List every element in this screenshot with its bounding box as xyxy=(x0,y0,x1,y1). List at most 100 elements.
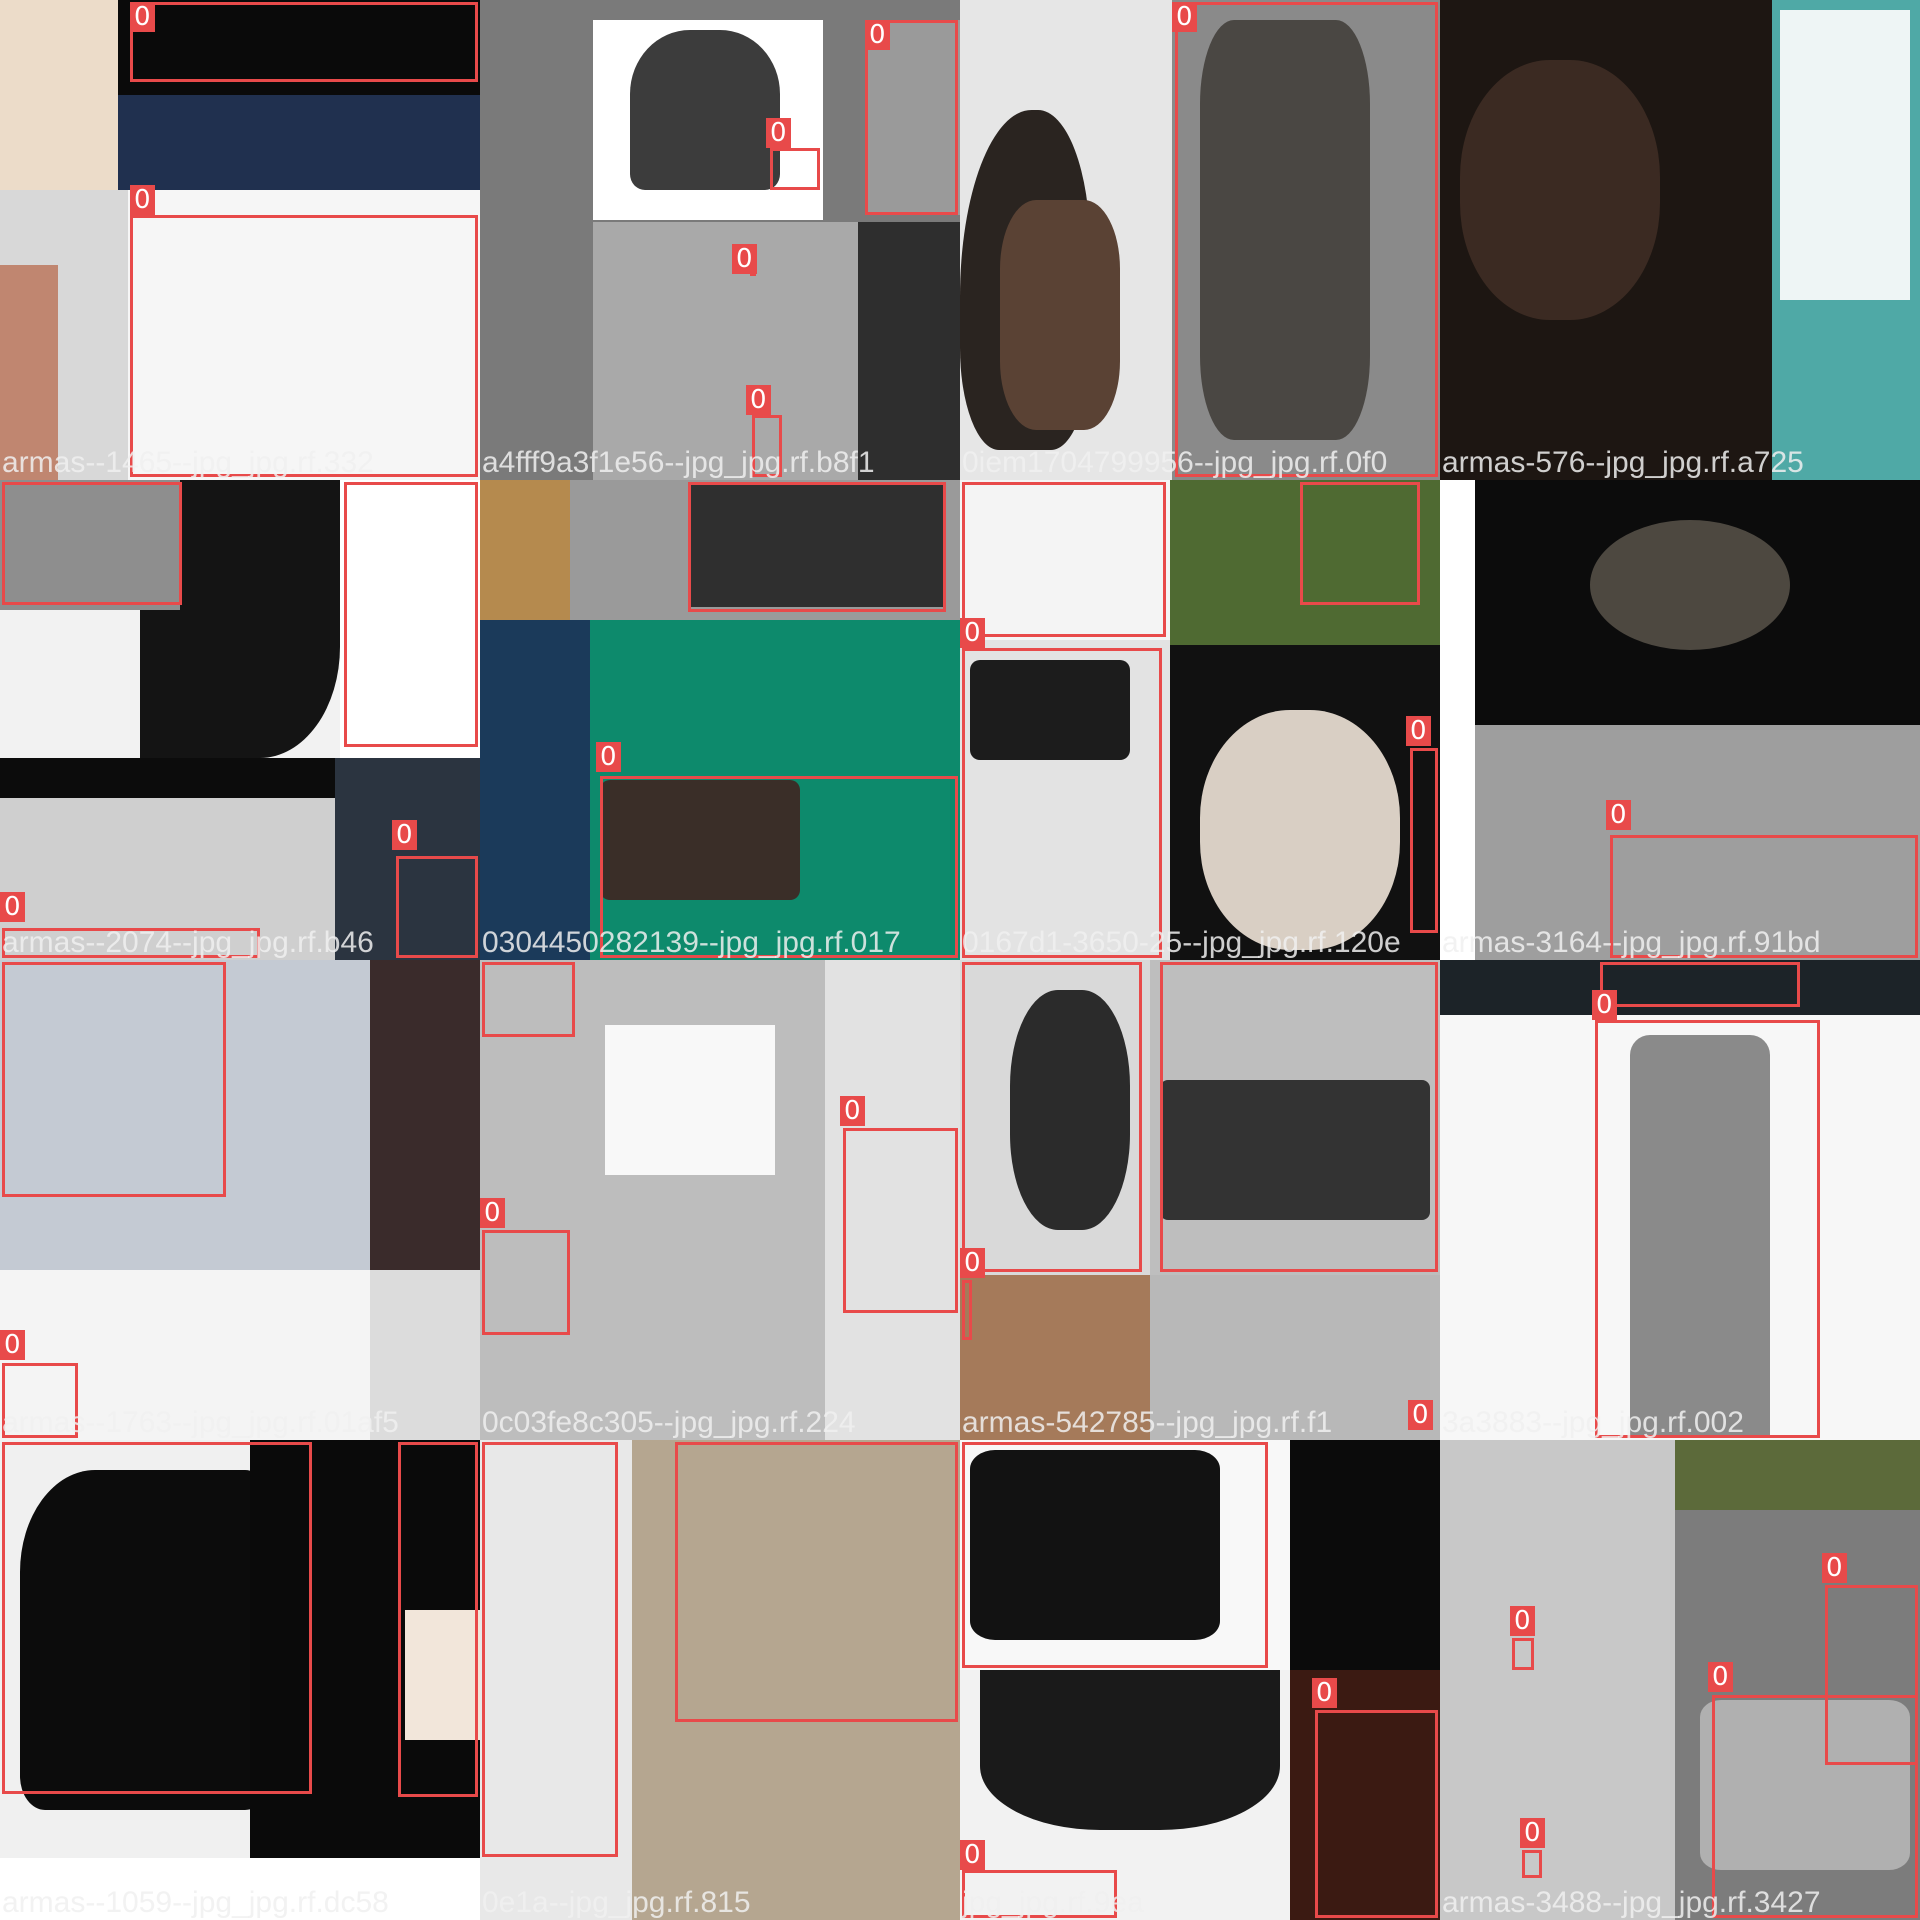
detection-label: 0 xyxy=(960,618,985,648)
photo-region xyxy=(1460,60,1660,320)
image-filename-caption: 0167d1-3650-25--jpg_jpg.rf.120e xyxy=(962,926,1401,959)
detection-label: 0 xyxy=(1312,1678,1337,1708)
detection-box xyxy=(962,1280,972,1340)
detection-label: 0 xyxy=(1606,800,1631,830)
detection-box xyxy=(482,1442,618,1857)
detection-box xyxy=(130,2,478,82)
detection-box xyxy=(482,1230,570,1335)
mosaic-tile: 0 0 0 0c03fe8c305--jpg_jpg.rf.224 xyxy=(480,960,960,1440)
detection-box xyxy=(1300,482,1420,605)
photo-region xyxy=(980,1670,1280,1830)
photo-region xyxy=(605,1025,775,1175)
mosaic-tile: 0 0 armas--1465--jpg_jpg.rf.332 xyxy=(0,0,480,480)
photo-region xyxy=(858,222,960,480)
image-filename-caption: armas-3488--jpg_jpg.rf.3427 xyxy=(1442,1886,1821,1919)
detection-box xyxy=(750,270,756,276)
detection-label: 0 xyxy=(1406,716,1431,746)
detection-label: 0 xyxy=(1822,1553,1847,1583)
detection-box xyxy=(2,1442,312,1794)
detection-box xyxy=(1512,1638,1534,1670)
mosaic-tile: armas-576--jpg_jpg.rf.a725 xyxy=(1440,0,1920,480)
detection-box xyxy=(1315,1710,1438,1918)
detection-box xyxy=(1410,748,1438,933)
mosaic-tile: 0 0 armas--1059--jpg_jpg.rf.dc58 xyxy=(0,1440,480,1920)
detection-label: 0 xyxy=(480,1198,505,1228)
detection-box xyxy=(1522,1850,1542,1878)
detection-label: 0 xyxy=(746,385,771,415)
photo-region xyxy=(1290,1440,1440,1670)
detection-label: 0 xyxy=(840,1096,865,1126)
image-filename-caption: 0iem1704799956--jpg_jpg.rf.0f0 xyxy=(962,446,1388,479)
detection-label: 0 xyxy=(1510,1606,1535,1636)
detection-box xyxy=(130,215,478,477)
photo-region xyxy=(1200,710,1400,950)
photo-region xyxy=(593,222,858,480)
image-filename-caption: armas--1763--jpg_jpg.rf.01af5 xyxy=(2,1406,399,1439)
detection-label: 0 xyxy=(0,1330,25,1360)
detection-box xyxy=(962,1442,1268,1668)
detection-label: 0 xyxy=(596,742,621,772)
detection-label: 0 xyxy=(0,892,25,922)
image-filename-caption: a4fff9a3f1e56--jpg_jpg.rf.b8f1 xyxy=(482,446,875,479)
photo-region xyxy=(0,0,118,190)
image-filename-caption: armas--1465--jpg_jpg.rf.332 xyxy=(2,446,374,479)
image-filename-caption: 0c03fe8c305--jpg_jpg.rf.224 xyxy=(482,1406,856,1439)
detection-box xyxy=(770,148,820,190)
image-filename-caption: jpg_jpg.rf.9ea xyxy=(962,1886,1144,1919)
detection-box xyxy=(843,1128,958,1313)
detection-label: 0 xyxy=(1172,2,1197,32)
detection-box xyxy=(675,1442,958,1722)
image-filename-caption: 3a3883--jpg_jpg.rf.002 xyxy=(1442,1406,1744,1439)
image-filename-caption: 0e1a--jpg_jpg.rf.815 xyxy=(482,1886,751,1919)
mosaic-tile: 0 0 jpg_jpg.rf.9ea xyxy=(960,1440,1440,1920)
image-filename-caption: armas-542785--jpg_jpg.rf.f1 xyxy=(962,1406,1333,1439)
detection-label: 0 xyxy=(130,185,155,215)
image-filename-caption: armas-576--jpg_jpg.rf.a725 xyxy=(1442,446,1804,479)
detection-label: 0 xyxy=(960,1248,985,1278)
detection-box xyxy=(962,482,1166,637)
photo-region xyxy=(1590,520,1790,650)
mosaic-tile: 0 0 3a3883--jpg_jpg.rf.002 xyxy=(1440,960,1920,1440)
detection-box xyxy=(1175,2,1438,477)
detection-box xyxy=(344,482,478,747)
detection-box xyxy=(1600,962,1800,1007)
detection-label: 0 xyxy=(1520,1818,1545,1848)
photo-region xyxy=(0,758,335,798)
detection-box xyxy=(2,962,226,1197)
detection-box xyxy=(1160,962,1438,1272)
photo-region xyxy=(370,960,480,1270)
detection-box xyxy=(398,1442,478,1797)
detection-label: 0 xyxy=(392,820,417,850)
photo-region xyxy=(118,95,480,190)
detection-box xyxy=(396,856,478,958)
detection-box xyxy=(688,482,946,612)
photo-region xyxy=(1440,1440,1675,1920)
mosaic-tile: 0 0 0e1a--jpg_jpg.rf.815 xyxy=(480,1440,960,1920)
mosaic-tile: 0 0iem1704799956--jpg_jpg.rf.0f0 xyxy=(960,0,1440,480)
mosaic-tile: 0 0 0 0 armas--2074--jpg_jpg.rf.b46 xyxy=(0,480,480,960)
detection-mosaic: 0 0 armas--1465--jpg_jpg.rf.332 0 0 0 0 … xyxy=(0,0,1920,1920)
mosaic-tile: 0 armas-3164--jpg_jpg.rf.91bd xyxy=(1440,480,1920,960)
detection-label: 0 xyxy=(960,1840,985,1870)
image-filename-caption: armas--1059--jpg_jpg.rf.dc58 xyxy=(2,1886,389,1919)
photo-region xyxy=(630,30,780,190)
photo-region xyxy=(1000,200,1120,430)
detection-label: 0 xyxy=(865,20,890,50)
photo-region xyxy=(480,620,590,960)
photo-region xyxy=(480,480,570,620)
detection-box xyxy=(1595,1020,1820,1438)
detection-box xyxy=(962,962,1142,1272)
mosaic-tile: 0 0 0 0 armas-3488--jpg_jpg.rf.3427 xyxy=(1440,1440,1920,1920)
photo-region xyxy=(1675,1440,1920,1510)
detection-label: 0 xyxy=(1408,1400,1433,1430)
detection-box xyxy=(1712,1695,1918,1918)
image-filename-caption: armas-3164--jpg_jpg.rf.91bd xyxy=(1442,926,1821,959)
mosaic-tile: 0 0 armas--1763--jpg_jpg.rf.01af5 xyxy=(0,960,480,1440)
detection-label: 0 xyxy=(766,118,791,148)
image-filename-caption: armas--2074--jpg_jpg.rf.b46 xyxy=(2,926,374,959)
mosaic-tile: 0 0 0 0 a4fff9a3f1e56--jpg_jpg.rf.b8f1 xyxy=(480,0,960,480)
detection-box xyxy=(2,482,182,605)
mosaic-tile: 0 0 0304450282139--jpg_jpg.rf.017 xyxy=(480,480,960,960)
detection-box xyxy=(482,962,575,1037)
detection-box xyxy=(962,648,1162,958)
